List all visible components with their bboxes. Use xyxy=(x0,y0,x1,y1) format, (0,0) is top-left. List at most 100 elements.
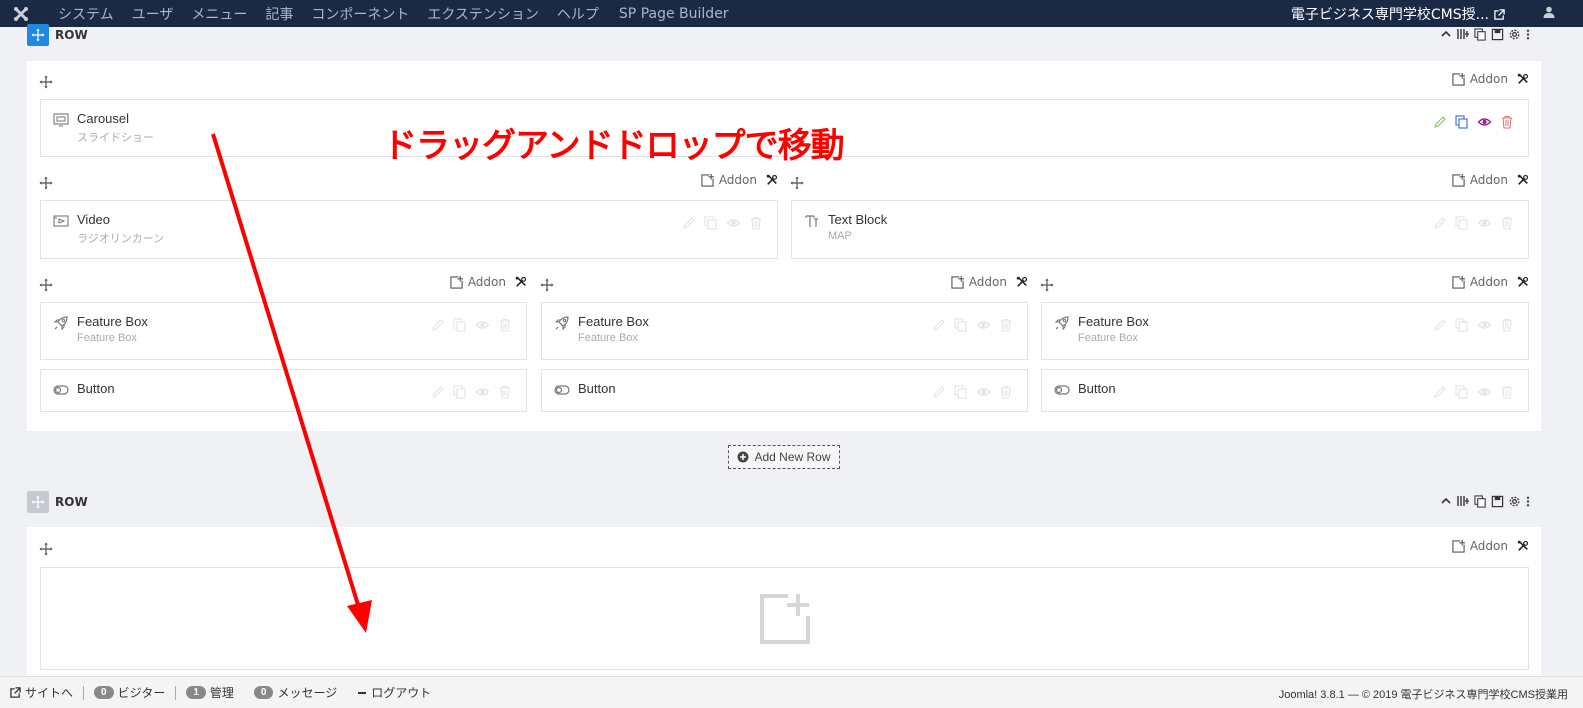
menu-help[interactable]: ヘルプ xyxy=(557,4,599,24)
admin-link[interactable]: 1 管理 xyxy=(176,684,244,701)
row-move-handle[interactable] xyxy=(27,491,49,513)
columns-icon[interactable] xyxy=(1456,494,1470,508)
duplicate-icon[interactable] xyxy=(1455,115,1469,129)
chevron-up-icon[interactable] xyxy=(1440,495,1452,507)
duplicate-icon[interactable] xyxy=(453,385,467,399)
menu-menus[interactable]: メニュー xyxy=(191,4,247,24)
menu-system[interactable]: システム xyxy=(58,4,114,24)
tools-icon[interactable] xyxy=(766,174,778,186)
add-addon-button[interactable]: Addon xyxy=(1452,72,1529,86)
edit-icon[interactable] xyxy=(932,318,946,332)
addon-feature-box[interactable]: Feature Box Feature Box xyxy=(1041,302,1529,360)
menu-users[interactable]: ユーザ xyxy=(132,4,174,24)
joomla-logo-icon[interactable] xyxy=(0,0,42,27)
edit-icon[interactable] xyxy=(1433,385,1447,399)
eye-icon[interactable] xyxy=(1477,385,1492,399)
add-new-row-button[interactable]: Add New Row xyxy=(728,445,840,469)
move-icon[interactable] xyxy=(540,278,554,292)
edit-icon[interactable] xyxy=(932,385,946,399)
duplicate-icon[interactable] xyxy=(1474,28,1487,41)
trash-icon[interactable] xyxy=(999,385,1013,399)
addon-name: Feature Box xyxy=(1078,314,1149,329)
add-addon-icon[interactable] xyxy=(760,594,810,644)
trash-icon[interactable] xyxy=(749,216,763,230)
menu-extensions[interactable]: エクステンション xyxy=(427,4,539,24)
row-move-handle[interactable] xyxy=(27,24,49,46)
duplicate-icon[interactable] xyxy=(1455,318,1469,332)
tools-icon[interactable] xyxy=(1517,73,1529,85)
move-icon[interactable] xyxy=(39,278,53,292)
eye-icon[interactable] xyxy=(976,385,991,399)
trash-icon[interactable] xyxy=(1500,318,1514,332)
edit-icon[interactable] xyxy=(1433,216,1447,230)
tools-icon[interactable] xyxy=(1517,540,1529,552)
site-link[interactable]: 電子ビジネス専門学校CMS授... xyxy=(1291,4,1505,24)
eye-icon[interactable] xyxy=(1477,216,1492,230)
empty-column-drop-area[interactable] xyxy=(40,567,1529,670)
add-addon-button[interactable]: Addon xyxy=(1452,539,1529,553)
move-icon[interactable] xyxy=(39,542,53,556)
add-addon-button[interactable]: Addon xyxy=(1452,173,1529,187)
addon-text-block[interactable]: Text Block MAP xyxy=(791,200,1529,259)
move-icon[interactable] xyxy=(790,176,804,190)
more-vertical-icon[interactable] xyxy=(1525,495,1531,508)
gear-icon[interactable] xyxy=(1508,28,1521,41)
gear-icon[interactable] xyxy=(1508,495,1521,508)
trash-icon[interactable] xyxy=(498,318,512,332)
trash-icon[interactable] xyxy=(1500,216,1514,230)
trash-icon[interactable] xyxy=(1500,385,1514,399)
move-icon[interactable] xyxy=(1040,278,1054,292)
tools-icon[interactable] xyxy=(1517,174,1529,186)
duplicate-icon[interactable] xyxy=(1455,216,1469,230)
menu-content[interactable]: 記事 xyxy=(265,4,293,24)
chevron-up-icon[interactable] xyxy=(1440,28,1452,40)
visitors-link[interactable]: 0 ビジター xyxy=(84,684,175,701)
edit-icon[interactable] xyxy=(1433,115,1447,129)
eye-icon[interactable] xyxy=(1477,318,1492,332)
edit-icon[interactable] xyxy=(1433,318,1447,332)
move-icon[interactable] xyxy=(39,176,53,190)
eye-icon[interactable] xyxy=(1477,115,1492,129)
addon-feature-box[interactable]: Feature Box Feature Box xyxy=(541,302,1028,360)
edit-icon[interactable] xyxy=(682,216,696,230)
add-addon-button[interactable]: Addon xyxy=(951,275,1028,289)
duplicate-icon[interactable] xyxy=(954,318,968,332)
add-addon-button[interactable]: Addon xyxy=(701,173,778,187)
eye-icon[interactable] xyxy=(726,216,741,230)
columns-icon[interactable] xyxy=(1456,27,1470,41)
duplicate-icon[interactable] xyxy=(453,318,467,332)
eye-icon[interactable] xyxy=(976,318,991,332)
move-icon[interactable] xyxy=(39,75,53,89)
addon-button[interactable]: Button xyxy=(541,369,1028,412)
tools-icon[interactable] xyxy=(1517,276,1529,288)
edit-icon[interactable] xyxy=(431,385,445,399)
user-menu[interactable] xyxy=(1543,6,1555,18)
save-icon[interactable] xyxy=(1491,495,1504,508)
addon-button[interactable]: Button xyxy=(1041,369,1529,412)
tools-icon[interactable] xyxy=(515,276,527,288)
add-addon-button[interactable]: Addon xyxy=(1452,275,1529,289)
more-vertical-icon[interactable] xyxy=(1525,28,1531,41)
edit-icon[interactable] xyxy=(431,318,445,332)
duplicate-icon[interactable] xyxy=(1474,495,1487,508)
addon-video[interactable]: Video ラジオリンカーン xyxy=(40,200,778,259)
messages-link[interactable]: 0 メッセージ xyxy=(244,684,347,701)
trash-icon[interactable] xyxy=(999,318,1013,332)
addon-feature-box[interactable]: Feature Box Feature Box xyxy=(40,302,527,360)
add-addon-button[interactable]: Addon xyxy=(450,275,527,289)
tools-icon[interactable] xyxy=(1016,276,1028,288)
duplicate-icon[interactable] xyxy=(1455,385,1469,399)
duplicate-icon[interactable] xyxy=(704,216,718,230)
save-icon[interactable] xyxy=(1491,28,1504,41)
menu-sp-page-builder[interactable]: SP Page Builder xyxy=(619,6,729,22)
menu-components[interactable]: コンポーネント xyxy=(311,4,409,24)
eye-icon[interactable] xyxy=(475,318,490,332)
trash-icon[interactable] xyxy=(1500,115,1514,129)
addon-button[interactable]: Button xyxy=(40,369,527,412)
duplicate-icon[interactable] xyxy=(954,385,968,399)
eye-icon[interactable] xyxy=(475,385,490,399)
trash-icon[interactable] xyxy=(498,385,512,399)
addon-actions xyxy=(682,216,763,230)
logout-link[interactable]: ログアウト xyxy=(347,684,441,701)
view-site-link[interactable]: サイトへ xyxy=(0,684,83,701)
